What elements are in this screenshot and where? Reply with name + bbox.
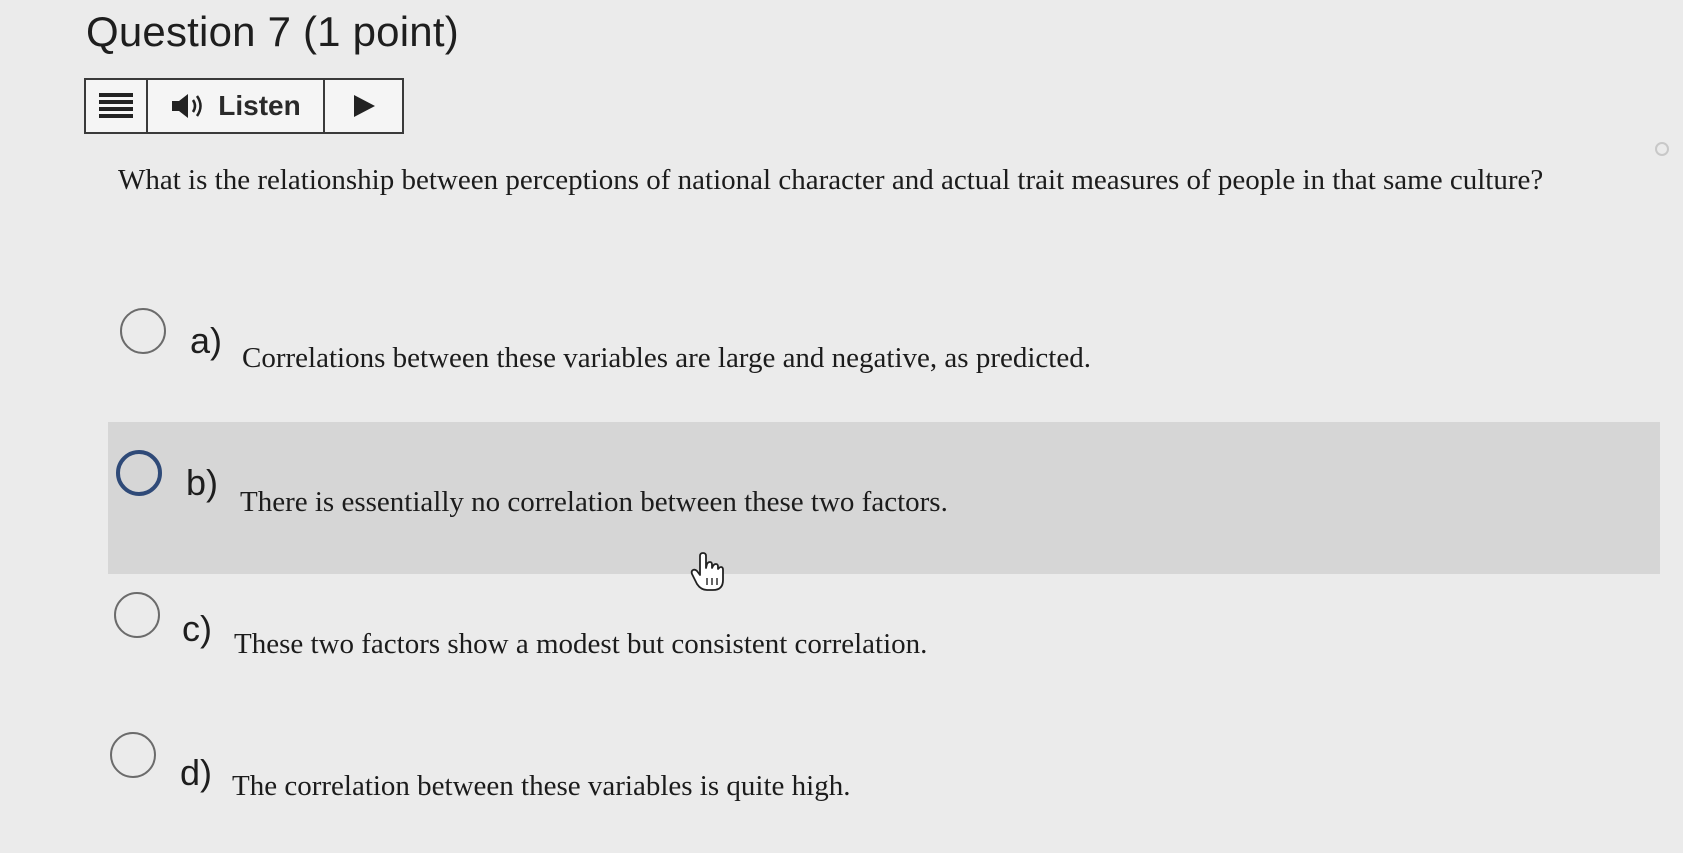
answer-option-a[interactable]: a) Correlations between these variables …	[0, 300, 1683, 390]
answer-option-c[interactable]: c) These two factors show a modest but c…	[0, 588, 1683, 678]
radio-option-c[interactable]	[114, 592, 160, 638]
radio-option-b[interactable]	[116, 450, 162, 496]
answer-option-d[interactable]: d) The correlation between these variabl…	[0, 730, 1683, 820]
option-text: Correlations between these variables are…	[242, 342, 1091, 374]
radio-option-d[interactable]	[110, 732, 156, 778]
option-letter: b)	[186, 462, 219, 503]
play-icon	[353, 95, 375, 117]
decorative-mark	[1655, 142, 1669, 156]
question-text: What is the relationship between percept…	[118, 164, 1544, 196]
hand-cursor-icon	[690, 552, 724, 591]
menu-button[interactable]	[86, 80, 148, 132]
play-button[interactable]	[325, 80, 402, 132]
listen-label: Listen	[218, 90, 301, 121]
page-title: Question 7 (1 point)	[86, 8, 459, 55]
radio-option-a[interactable]	[120, 308, 166, 354]
menu-icon	[99, 93, 133, 118]
option-text: The correlation between these variables …	[232, 770, 851, 802]
listen-button[interactable]: Listen	[148, 80, 325, 132]
option-letter: c)	[182, 608, 212, 649]
option-letter: d)	[180, 752, 213, 793]
option-text: These two factors show a modest but cons…	[234, 628, 928, 660]
answer-option-b[interactable]: b) There is essentially no correlation b…	[108, 422, 1660, 574]
speaker-icon	[172, 94, 203, 118]
option-letter: a)	[190, 320, 223, 361]
readspeaker-toolbar: Listen	[84, 78, 404, 134]
option-text: There is essentially no correlation betw…	[240, 486, 948, 518]
